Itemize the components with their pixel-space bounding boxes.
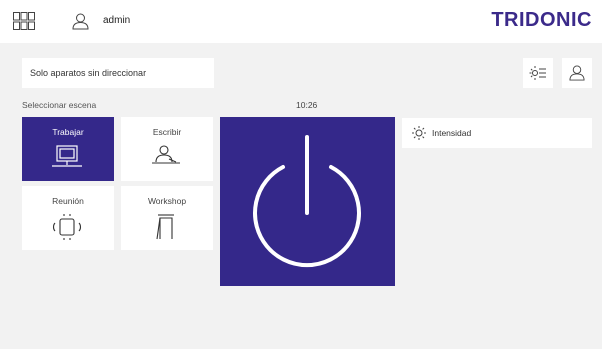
scene-label: Escribir xyxy=(152,127,182,137)
light-list-button[interactable] xyxy=(523,58,553,88)
scene-section-label: Seleccionar escena xyxy=(22,100,97,110)
flipchart-icon xyxy=(156,214,174,240)
scene-label: Reunión xyxy=(52,196,84,206)
scene-workshop[interactable]: Workshop xyxy=(121,186,213,250)
power-button[interactable] xyxy=(220,117,395,286)
app-grid-icon[interactable] xyxy=(13,12,35,30)
username: admin xyxy=(103,15,131,26)
power-icon xyxy=(253,135,361,268)
scene-reunion[interactable]: Reunión xyxy=(22,186,114,250)
intensity-label: Intensidad xyxy=(432,128,472,138)
person-writing-icon xyxy=(152,145,180,164)
scene-label: Trabajar xyxy=(52,127,84,137)
top-bar: admin TRIDONIC xyxy=(0,0,602,43)
scene-trabajar[interactable]: Trabajar xyxy=(22,117,114,181)
meeting-table-icon xyxy=(52,214,82,240)
monitor-desk-icon xyxy=(52,145,82,167)
tridonic-logo: TRIDONIC xyxy=(491,9,592,31)
scene-escribir[interactable]: Escribir xyxy=(121,117,213,181)
light-list-icon xyxy=(529,66,546,80)
clock: 10:26 xyxy=(296,100,318,110)
unaddressed-devices-filter[interactable]: Solo aparatos sin direccionar xyxy=(22,58,214,88)
scene-label: Workshop xyxy=(147,196,187,206)
intensity-control[interactable]: Intensidad xyxy=(402,118,592,148)
user-icon[interactable] xyxy=(72,13,89,30)
sun-icon xyxy=(412,126,426,140)
user-icon xyxy=(569,65,585,81)
user-button[interactable] xyxy=(562,58,592,88)
